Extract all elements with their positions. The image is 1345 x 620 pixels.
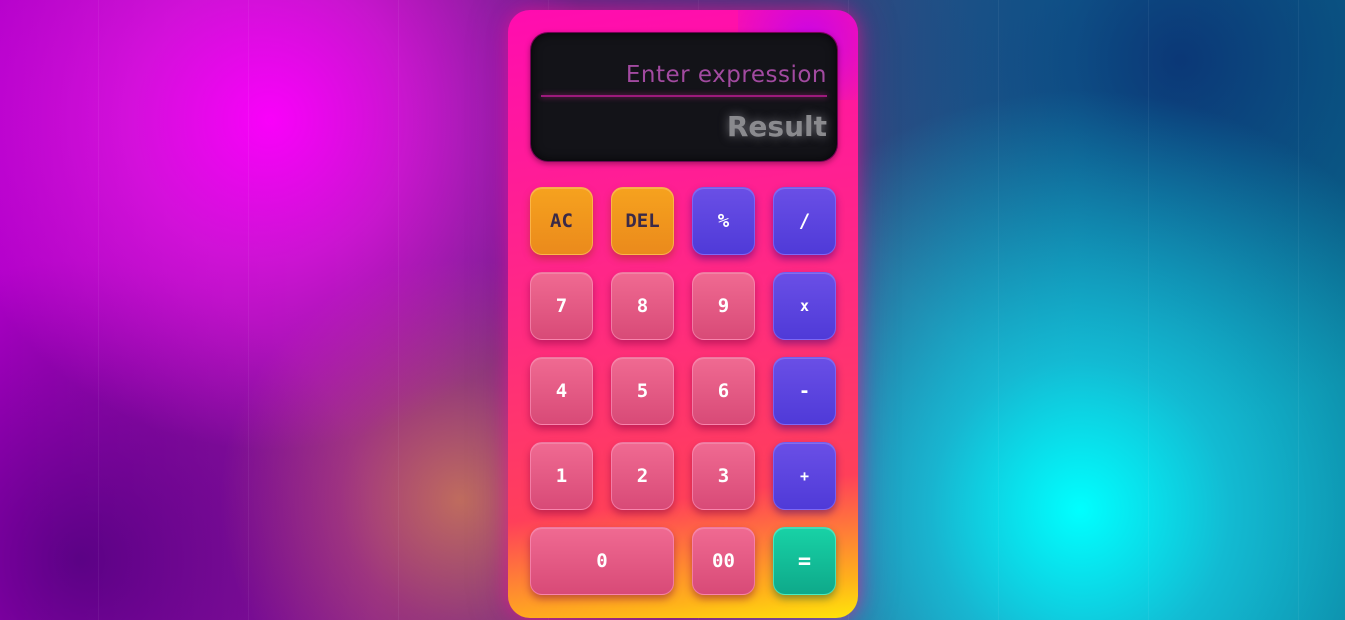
digit-6-label: 6	[717, 380, 730, 402]
subtract-button[interactable]: -	[773, 357, 836, 425]
digit-7-label: 7	[555, 295, 568, 317]
add-button[interactable]: +	[773, 442, 836, 510]
percent-label: %	[717, 210, 730, 232]
equals-button[interactable]: =	[773, 527, 836, 595]
digit-6-button[interactable]: 6	[692, 357, 755, 425]
digit-2-button[interactable]: 2	[611, 442, 674, 510]
multiply-button[interactable]: x	[773, 272, 836, 340]
equals-label: =	[797, 548, 812, 574]
delete-button[interactable]: DEL	[611, 187, 674, 255]
digit-8-label: 8	[636, 295, 649, 317]
double-zero-label: 00	[712, 550, 735, 572]
digit-3-button[interactable]: 3	[692, 442, 755, 510]
double-zero-button[interactable]: 00	[692, 527, 755, 595]
display-divider	[541, 95, 827, 97]
digit-0-label: 0	[596, 550, 608, 572]
clear-all-button[interactable]: AC	[530, 187, 593, 255]
percent-button[interactable]: %	[692, 187, 755, 255]
digit-1-label: 1	[555, 465, 568, 487]
multiply-label: x	[799, 297, 810, 315]
digit-7-button[interactable]: 7	[530, 272, 593, 340]
expression-input[interactable]: Enter expression	[541, 55, 827, 95]
digit-0-button[interactable]: 0	[530, 527, 674, 595]
divide-button[interactable]: /	[773, 187, 836, 255]
digit-5-button[interactable]: 5	[611, 357, 674, 425]
digit-1-button[interactable]: 1	[530, 442, 593, 510]
delete-label: DEL	[625, 210, 660, 232]
add-label: +	[799, 467, 810, 485]
digit-5-label: 5	[636, 380, 649, 402]
digit-4-button[interactable]: 4	[530, 357, 593, 425]
digit-9-label: 9	[717, 295, 730, 317]
result-output: Result	[726, 110, 827, 143]
digit-3-label: 3	[717, 465, 730, 487]
calculator: Enter expression Result AC DEL % / 7 8 9…	[508, 10, 858, 618]
display-panel: Enter expression Result	[530, 32, 838, 162]
clear-all-label: AC	[550, 210, 573, 232]
divide-label: /	[798, 210, 811, 232]
digit-8-button[interactable]: 8	[611, 272, 674, 340]
subtract-label: -	[798, 380, 811, 402]
digit-9-button[interactable]: 9	[692, 272, 755, 340]
digit-4-label: 4	[555, 380, 568, 402]
digit-2-label: 2	[636, 465, 649, 487]
